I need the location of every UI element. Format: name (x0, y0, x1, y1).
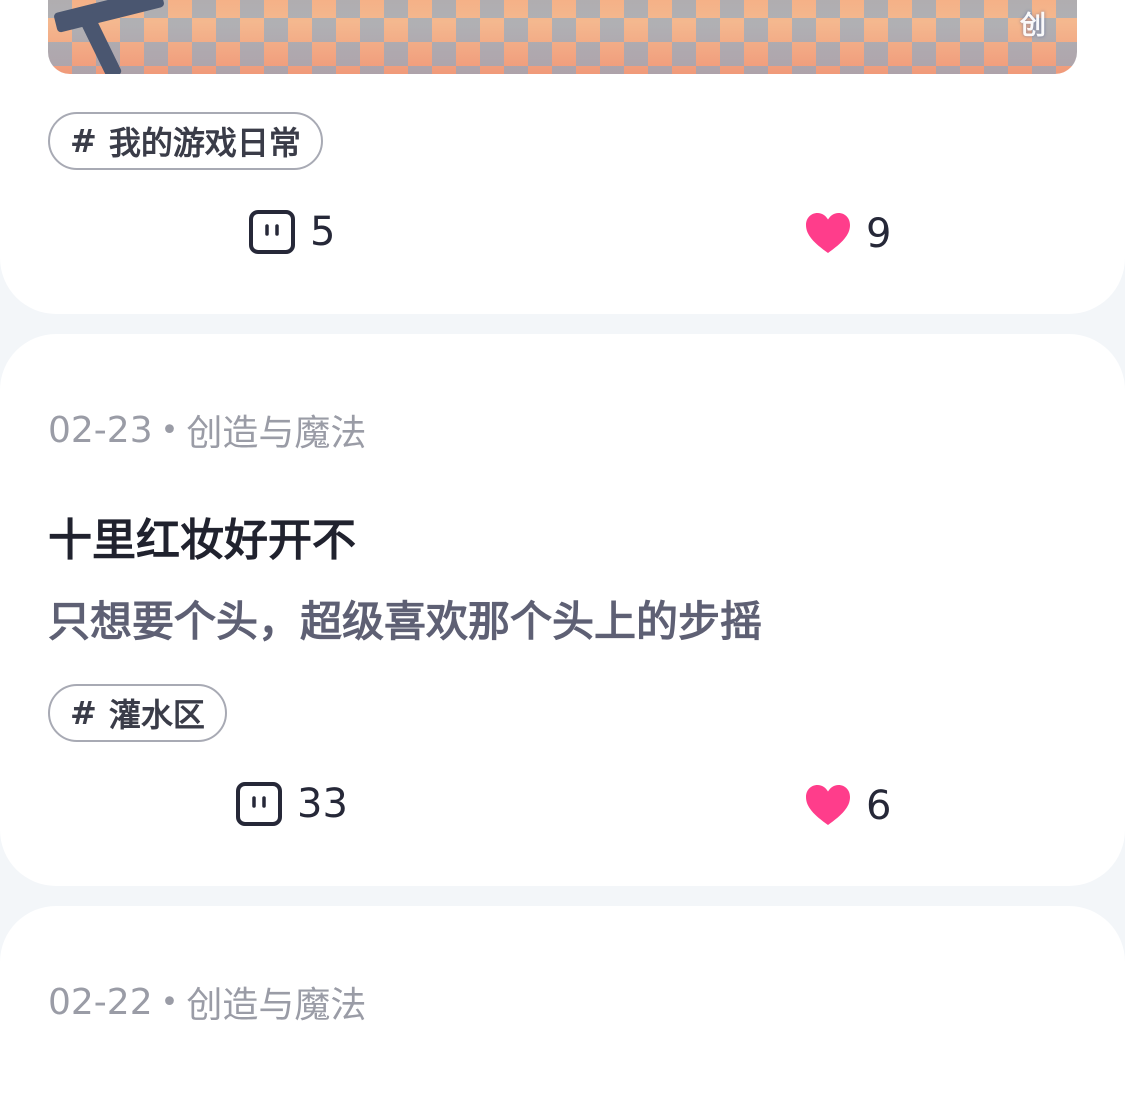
watermark-logo: 创 (1019, 11, 1046, 41)
topic-tag-label: 灌水区 (108, 696, 205, 734)
comment-icon (235, 781, 283, 827)
post-category[interactable]: 创造与魔法 (186, 404, 366, 456)
image-detail (53, 0, 165, 34)
comment-button[interactable]: 5 (248, 207, 335, 257)
meta-separator: • (160, 412, 179, 448)
post-card[interactable]: 02-22 • 创造与魔法 (0, 906, 1125, 1106)
post-date: 02-23 (48, 409, 153, 451)
meta-separator: • (160, 984, 179, 1020)
like-count: 6 (866, 783, 892, 829)
post-title[interactable]: 十里红妆好开不 (48, 504, 356, 568)
post-body[interactable]: 只想要个头，超级喜欢那个头上的步摇 (48, 588, 762, 649)
topic-tag[interactable]: # 灌水区 (48, 684, 227, 742)
post-card[interactable]: 02-23 • 创造与魔法 十里红妆好开不 只想要个头，超级喜欢那个头上的步摇 … (0, 334, 1125, 886)
topic-tag-label: 我的游戏日常 (108, 124, 301, 162)
comment-count: 33 (297, 781, 348, 827)
comment-count: 5 (310, 209, 336, 255)
hash-icon: # (70, 122, 97, 160)
like-count: 9 (866, 211, 892, 257)
hash-icon: # (70, 694, 97, 732)
post-category[interactable]: 创造与魔法 (186, 976, 366, 1028)
post-meta: 02-23 • 创造与魔法 (48, 404, 366, 456)
post-card[interactable]: 创 # 我的游戏日常 5 9 (0, 0, 1125, 314)
topic-tag[interactable]: # 我的游戏日常 (48, 112, 323, 170)
comment-icon (248, 209, 296, 255)
like-button[interactable]: 9 (804, 209, 891, 259)
post-date: 02-22 (48, 981, 153, 1023)
comment-button[interactable]: 33 (235, 779, 348, 829)
heart-icon (804, 211, 852, 257)
like-button[interactable]: 6 (804, 781, 891, 831)
heart-icon (804, 783, 852, 829)
post-meta: 02-22 • 创造与魔法 (48, 976, 366, 1028)
post-image[interactable]: 创 (48, 0, 1077, 74)
